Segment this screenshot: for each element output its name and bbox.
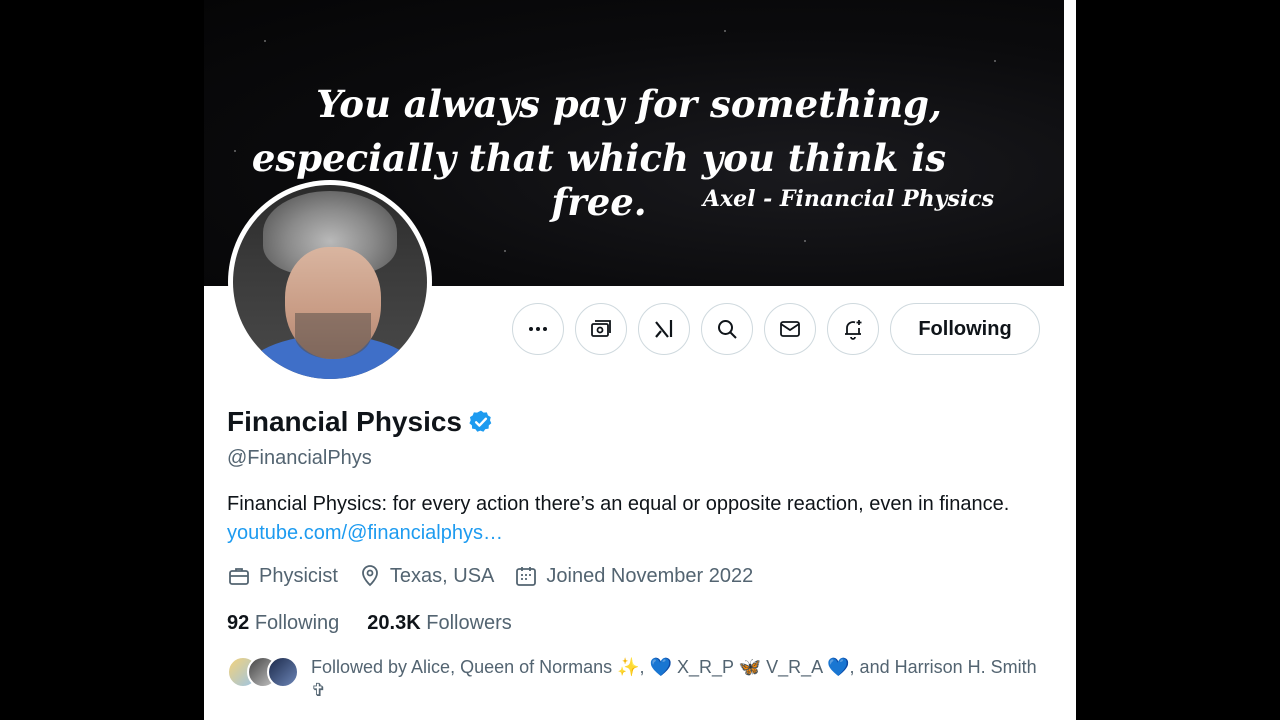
following-count-link[interactable]: 92 Following [227,612,339,635]
followed-by-row[interactable]: Followed by Alice, Queen of Normans ✨, 💙… [227,656,1051,702]
location-label: Texas, USA [389,564,495,587]
banner-attribution: Axel - Financial Physics [702,186,994,212]
more-button[interactable] [512,303,564,355]
notify-button[interactable] [827,303,879,355]
follower-avatars [227,656,299,688]
profile-avatar[interactable] [228,180,432,384]
following-count-label: Following [254,612,340,634]
profile-meta: Physicist Texas, USA Joined November 202… [227,564,753,588]
location-item: Texas, USA [358,564,494,588]
money-icon [591,320,611,337]
bio-link[interactable]: youtube.com/@financialphys… [227,522,503,544]
avatar [267,656,299,688]
location-pin-icon [362,565,378,587]
profile-name-row: Financial Physics [227,406,494,438]
star [264,40,266,42]
search-button[interactable] [701,303,753,355]
frame-edge [1064,0,1076,720]
profession-item: Physicist [227,564,338,588]
joined-label: Joined November 2022 [546,564,754,587]
following-count: 92 [227,612,250,634]
profile-bio: Financial Physics: for every action ther… [227,490,1027,548]
search-icon [718,320,737,339]
bell-plus-icon [845,320,862,340]
profile-counts: 92 Following 20.3K Followers [227,612,512,635]
followed-by-text: Followed by Alice, Queen of Normans ✨, 💙… [311,657,1037,700]
profile-handle: @FinancialPhys [227,447,372,469]
star [724,30,726,32]
star [804,240,806,242]
avatar-beard [295,313,371,359]
calendar-icon [516,567,537,586]
grok-button[interactable] [638,303,690,355]
message-button[interactable] [764,303,816,355]
followers-count-label: Followers [426,612,512,634]
bio-text: Financial Physics: for every action ther… [227,493,1010,515]
more-icon [529,327,547,331]
profile-page: You always pay for something, especially… [204,0,1064,720]
briefcase-icon [229,568,249,585]
followers-count-link[interactable]: 20.3K Followers [367,612,512,635]
star [504,250,506,252]
avatar-photo [233,185,427,379]
profile-actions: Following [512,303,1040,355]
verified-badge-icon[interactable] [468,409,494,435]
profile-name: Financial Physics [227,406,462,437]
joined-item: Joined November 2022 [514,564,753,588]
following-button[interactable]: Following [890,303,1040,355]
profession-label: Physicist [259,564,338,587]
star [994,60,996,62]
subscribe-button[interactable] [575,303,627,355]
grok-icon [655,320,673,338]
banner-quote-line1: You always pay for something, [316,82,942,126]
followers-count: 20.3K [367,612,421,634]
mail-icon [780,321,800,337]
